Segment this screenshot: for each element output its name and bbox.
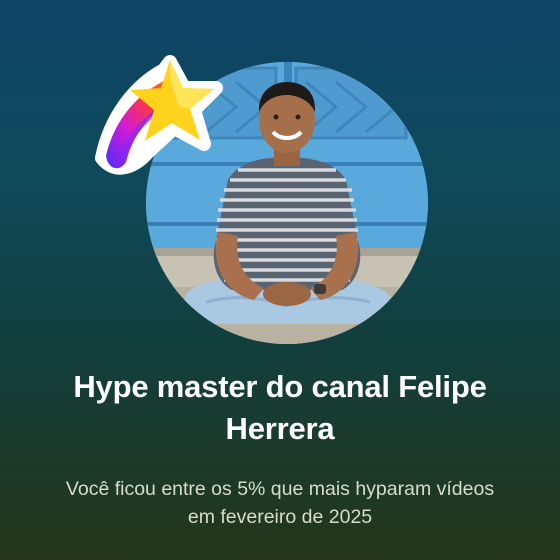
card-subtitle: Você ficou entre os 5% que mais hyparam … <box>65 478 495 528</box>
hype-master-card: Hype master do canal Felipe Herrera Você… <box>0 0 560 560</box>
card-title: Hype master do canal Felipe Herrera <box>73 369 487 446</box>
shooting-star-icon <box>92 48 240 188</box>
